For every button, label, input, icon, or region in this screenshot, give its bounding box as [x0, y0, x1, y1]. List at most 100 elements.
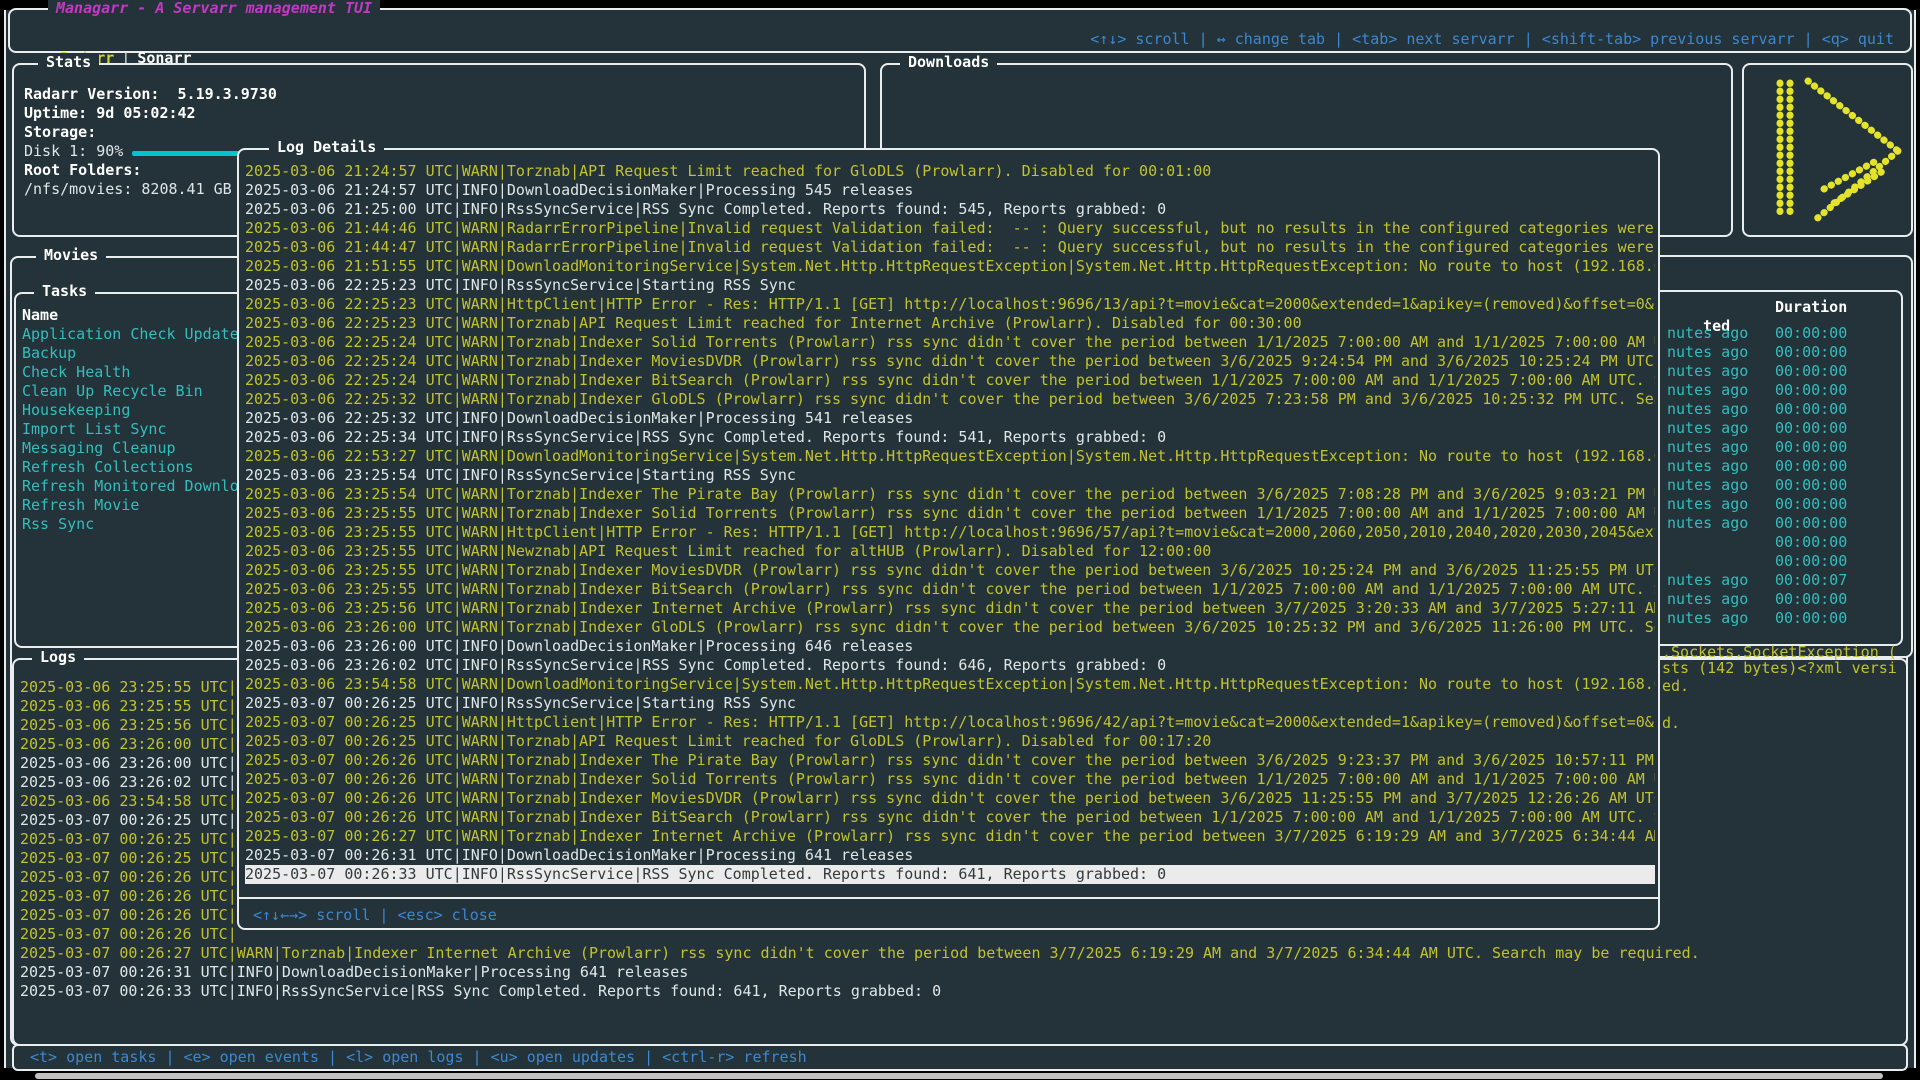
bottom-bar: <t> open tasks | <e> open events | <l> o…: [12, 1044, 1908, 1071]
log-detail-line[interactable]: 2025-03-06 22:25:34 UTC|INFO|RssSyncServ…: [245, 428, 1655, 447]
log-detail-line[interactable]: 2025-03-07 00:26:31 UTC|INFO|DownloadDec…: [245, 846, 1655, 865]
event-row[interactable]: nutes ago 00:00:00: [1667, 590, 1907, 609]
log-detail-line[interactable]: 2025-03-06 23:25:55 UTC|WARN|HttpClient|…: [245, 523, 1655, 542]
events-table-headers: ted Duration: [1667, 298, 1730, 317]
event-started-cell: nutes ago: [1667, 476, 1748, 494]
event-duration-cell: 00:00:00: [1775, 343, 1847, 362]
tasks-popup-title: Tasks: [34, 282, 95, 301]
log-detail-line[interactable]: 2025-03-06 23:25:55 UTC|WARN|Newznab|API…: [245, 542, 1655, 561]
log-detail-line[interactable]: 2025-03-07 00:26:26 UTC|WARN|Torznab|Ind…: [245, 751, 1655, 770]
log-detail-line[interactable]: 2025-03-06 22:25:32 UTC|WARN|Torznab|Ind…: [245, 390, 1655, 409]
event-row[interactable]: nutes ago 00:00:00: [1667, 362, 1907, 381]
log-detail-line[interactable]: 2025-03-06 21:44:46 UTC|WARN|RadarrError…: [245, 219, 1655, 238]
event-row[interactable]: nutes ago00:00:00: [1667, 381, 1907, 400]
log-detail-line[interactable]: 2025-03-06 22:53:27 UTC|WARN|DownloadMon…: [245, 447, 1655, 466]
event-duration-cell: 00:00:00: [1775, 514, 1847, 533]
log-detail-line[interactable]: 2025-03-06 23:25:55 UTC|WARN|Torznab|Ind…: [245, 561, 1655, 580]
modal-help-bar: <↑↓←→> scroll | <esc> close: [253, 906, 497, 925]
log-detail-line[interactable]: 2025-03-06 23:25:55 UTC|WARN|Torznab|Ind…: [245, 504, 1655, 523]
log-detail-line[interactable]: 2025-03-06 22:25:23 UTC|WARN|Torznab|API…: [245, 314, 1655, 333]
log-detail-line[interactable]: 2025-03-06 22:25:24 UTC|WARN|Torznab|Ind…: [245, 352, 1655, 371]
event-started-cell: nutes ago: [1667, 571, 1748, 589]
log-detail-line[interactable]: 2025-03-06 22:25:23 UTC|INFO|RssSyncServ…: [245, 276, 1655, 295]
event-started-cell: nutes ago: [1667, 419, 1748, 437]
log-detail-line[interactable]: 2025-03-07 00:26:25 UTC|WARN|HttpClient|…: [245, 713, 1655, 732]
log-detail-line[interactable]: 2025-03-07 00:26:25 UTC|WARN|Torznab|API…: [245, 732, 1655, 751]
top-help-bar: <↑↓> scroll | ↔ change tab | <tab> next …: [1090, 30, 1894, 49]
events-duration-header: Duration: [1775, 298, 1847, 317]
log-detail-line[interactable]: 2025-03-06 21:24:57 UTC|WARN|Torznab|API…: [245, 162, 1655, 181]
log-detail-line-selected[interactable]: 2025-03-07 00:26:33 UTC|INFO|RssSyncServ…: [245, 865, 1655, 884]
event-started-cell: nutes ago: [1667, 381, 1748, 399]
event-started-cell: nutes ago: [1667, 590, 1748, 608]
log-overflow-fragment: ed.: [1662, 677, 1689, 696]
log-detail-line[interactable]: 2025-03-06 21:51:55 UTC|WARN|DownloadMon…: [245, 257, 1655, 276]
event-row[interactable]: nutes ago00:00:00: [1667, 324, 1907, 343]
event-duration-cell: 00:00:00: [1775, 495, 1847, 514]
log-detail-line[interactable]: 2025-03-06 23:26:00 UTC|INFO|DownloadDec…: [245, 637, 1655, 656]
stats-row: Uptime: 9d 05:02:42: [24, 104, 860, 123]
event-started-cell: nutes ago: [1667, 495, 1748, 513]
logs-popup-title: Logs: [32, 648, 84, 667]
event-duration-cell: 00:00:00: [1775, 324, 1847, 343]
event-duration-cell: 00:00:00: [1775, 609, 1847, 628]
event-row[interactable]: nutes ago00:00:00: [1667, 476, 1907, 495]
log-detail-line[interactable]: 2025-03-06 23:26:02 UTC|INFO|RssSyncServ…: [245, 656, 1655, 675]
log-detail-line[interactable]: 2025-03-06 21:24:57 UTC|INFO|DownloadDec…: [245, 181, 1655, 200]
log-row[interactable]: 2025-03-07 00:26:31 UTC|INFO|DownloadDec…: [20, 963, 1902, 982]
logo-panel: [1742, 63, 1913, 237]
event-duration-cell: 00:00:00: [1775, 438, 1847, 457]
event-duration-cell: 00:00:00: [1775, 362, 1847, 381]
log-overflow-fragment: d.: [1662, 714, 1680, 733]
event-row[interactable]: nutes ago 00:00:07: [1667, 571, 1907, 590]
event-row[interactable]: nutes ago 00:00:00: [1667, 495, 1907, 514]
tasks-name-column-header: Name: [22, 306, 58, 325]
top-bar: Managarr - A Servarr management TUI Rada…: [8, 8, 1912, 53]
log-detail-line[interactable]: 2025-03-06 22:25:32 UTC|INFO|DownloadDec…: [245, 409, 1655, 428]
log-detail-line[interactable]: 2025-03-07 00:26:25 UTC|INFO|RssSyncServ…: [245, 694, 1655, 713]
log-detail-line[interactable]: 2025-03-06 21:25:00 UTC|INFO|RssSyncServ…: [245, 200, 1655, 219]
bottom-help-bar: <t> open tasks | <e> open events | <l> o…: [30, 1048, 807, 1067]
event-row[interactable]: nutes ago 00:00:00: [1667, 514, 1907, 533]
log-detail-line[interactable]: 2025-03-06 23:25:54 UTC|INFO|RssSyncServ…: [245, 466, 1655, 485]
event-row[interactable]: nutes ago00:00:00: [1667, 609, 1907, 628]
event-row[interactable]: nutes ago 00:00:00: [1667, 400, 1907, 419]
log-detail-line[interactable]: 2025-03-06 22:25:24 UTC|WARN|Torznab|Ind…: [245, 371, 1655, 390]
log-detail-line[interactable]: 2025-03-06 23:25:54 UTC|WARN|Torznab|Ind…: [245, 485, 1655, 504]
stats-row: Storage:: [24, 123, 860, 142]
log-row[interactable]: 2025-03-07 00:26:33 UTC|INFO|RssSyncServ…: [20, 982, 1902, 1001]
log-detail-line[interactable]: 2025-03-07 00:26:26 UTC|WARN|Torznab|Ind…: [245, 808, 1655, 827]
modal-footer-divider: [239, 897, 1658, 899]
event-started-cell: nutes ago: [1667, 514, 1748, 532]
log-detail-line[interactable]: 2025-03-07 00:26:26 UTC|WARN|Torznab|Ind…: [245, 770, 1655, 789]
event-duration-cell: 00:00:00: [1775, 457, 1847, 476]
stats-row: Radarr Version: 5.19.3.9730: [24, 85, 860, 104]
event-started-cell: nutes ago: [1667, 362, 1748, 380]
event-row[interactable]: nutes ago00:00:00: [1667, 457, 1907, 476]
stats-panel-title: Stats: [38, 53, 99, 72]
log-detail-line[interactable]: 2025-03-06 23:25:56 UTC|WARN|Torznab|Ind…: [245, 599, 1655, 618]
event-duration-cell: 00:00:00: [1775, 533, 1847, 552]
event-started-cell: nutes ago: [1667, 343, 1748, 361]
log-detail-line[interactable]: 2025-03-06 23:26:00 UTC|WARN|Torznab|Ind…: [245, 618, 1655, 637]
event-duration-cell: 00:00:07: [1775, 571, 1847, 590]
log-detail-line[interactable]: 2025-03-07 00:26:27 UTC|WARN|Torznab|Ind…: [245, 827, 1655, 846]
log-detail-line[interactable]: 2025-03-06 23:54:58 UTC|WARN|DownloadMon…: [245, 675, 1655, 694]
event-row[interactable]: 00:00:00: [1667, 552, 1907, 571]
event-duration-cell: 00:00:00: [1775, 400, 1847, 419]
log-detail-line[interactable]: 2025-03-06 23:25:55 UTC|WARN|Torznab|Ind…: [245, 580, 1655, 599]
event-duration-cell: 00:00:00: [1775, 590, 1847, 609]
events-rows: nutes ago00:00:00nutes ago00:00:00nutes …: [1667, 324, 1907, 628]
event-row[interactable]: nutes ago00:00:00: [1667, 438, 1907, 457]
event-row[interactable]: nutes ago 00:00:00: [1667, 419, 1907, 438]
log-row[interactable]: 2025-03-07 00:26:27 UTC|WARN|Torznab|Ind…: [20, 944, 1902, 963]
event-row[interactable]: 00:00:00: [1667, 533, 1907, 552]
event-started-cell: nutes ago: [1667, 400, 1748, 418]
log-detail-line[interactable]: 2025-03-06 21:44:47 UTC|WARN|RadarrError…: [245, 238, 1655, 257]
event-row[interactable]: nutes ago 00:00:00: [1667, 343, 1907, 362]
event-duration-cell: 00:00:00: [1775, 419, 1847, 438]
log-detail-line[interactable]: 2025-03-07 00:26:26 UTC|WARN|Torznab|Ind…: [245, 789, 1655, 808]
log-detail-line[interactable]: 2025-03-06 22:25:23 UTC|WARN|HttpClient|…: [245, 295, 1655, 314]
app-title: Managarr - A Servarr management TUI: [48, 0, 380, 18]
log-detail-line[interactable]: 2025-03-06 22:25:24 UTC|WARN|Torznab|Ind…: [245, 333, 1655, 352]
